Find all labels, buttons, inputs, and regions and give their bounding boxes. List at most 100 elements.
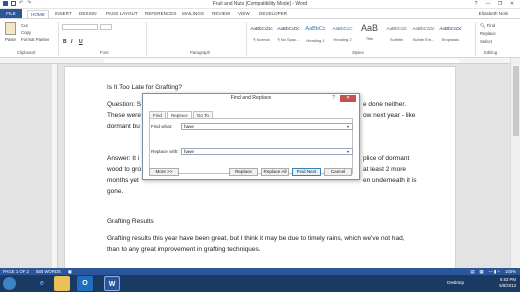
answer-line-2-end[interactable]: at least 2 more <box>363 166 406 173</box>
find-label: Find <box>486 23 496 28</box>
tab-insert[interactable]: INSERT <box>55 10 72 18</box>
replace-with-dropdown-icon[interactable]: ▾ <box>345 148 351 155</box>
title-bar: ↶ ↷ Fruit and Nuts [Compatibility Mode] … <box>0 0 520 9</box>
explorer-icon[interactable] <box>54 276 70 291</box>
style-subtle-emphasis[interactable]: AaBbCcDc Subtle Em... <box>411 22 436 48</box>
style-heading-1[interactable]: AaBbCc Heading 1 <box>303 22 328 48</box>
replace-with-label: Replace with: <box>151 149 179 154</box>
ribbon: Paste Cut Copy Format Painter Clipboard … <box>0 18 520 58</box>
restore-button[interactable]: ❐ <box>494 0 506 8</box>
style-sample: AaBbCcDc <box>439 26 462 31</box>
answer-line-1-end[interactable]: plice of dormant <box>363 155 409 162</box>
style-name: Emphasis <box>441 37 460 42</box>
find-icon: 🔍︎ <box>480 23 487 28</box>
replace-button[interactable]: Replace <box>480 31 496 36</box>
window-title: Fruit and Nuts [Compatibility Mode] - Wo… <box>212 1 308 7</box>
cut-button[interactable]: Cut <box>21 23 28 28</box>
style-emphasis[interactable]: AaBbCcDc Emphasis <box>438 22 463 48</box>
style-subtitle[interactable]: AaBbCcD Subtitle <box>384 22 409 48</box>
select-button[interactable]: Select <box>480 39 492 44</box>
document-title[interactable]: Is It Too Late for Grafting? <box>107 84 182 91</box>
scrollbar-thumb[interactable] <box>513 66 519 136</box>
user-name[interactable]: Elizabeth Nols <box>479 10 508 18</box>
style-no-spacing[interactable]: AaBbCcDc ¶ No Spac... <box>276 22 301 48</box>
find-what-dropdown-icon[interactable]: ▾ <box>345 123 351 130</box>
paste-button[interactable]: Paste <box>5 37 16 42</box>
tab-find[interactable]: Find <box>149 111 166 118</box>
more-button[interactable]: More >> <box>149 168 179 176</box>
desktop-toolbar[interactable]: Desktop <box>447 280 464 285</box>
grafting-results-heading[interactable]: Grafting Results <box>107 218 154 225</box>
find-button[interactable]: 🔍︎ Find <box>480 23 495 29</box>
word-count[interactable]: 585 WORDS <box>36 268 61 275</box>
answer-line-3[interactable]: months yet <box>107 177 139 184</box>
italic-button[interactable]: I <box>71 39 72 45</box>
tab-references[interactable]: REFERENCES <box>145 10 176 18</box>
answer-line-3-end[interactable]: en underneath it is <box>363 177 416 184</box>
tab-mailings[interactable]: MAILINGS <box>182 10 204 18</box>
font-size-select[interactable] <box>100 24 112 30</box>
tab-page-layout[interactable]: PAGE LAYOUT <box>106 10 138 18</box>
status-bar: PAGE 1 OF 2 585 WORDS ▣ ▤ ▦ — ▮ + 100% <box>0 268 520 275</box>
replace-with-input[interactable] <box>181 148 353 155</box>
style-sample: AaBbCcDc <box>250 26 273 31</box>
font-name-select[interactable] <box>62 24 98 30</box>
tab-design[interactable]: DESIGN <box>79 10 97 18</box>
question-line-1-end[interactable]: e done neither. <box>363 101 406 108</box>
tab-review[interactable]: REVIEW <box>212 10 230 18</box>
zoom-slider[interactable]: — ▮ + <box>488 268 500 275</box>
style-heading-2[interactable]: AaBbCcC Heading 2 <box>330 22 355 48</box>
find-what-label: Find what: <box>151 124 173 129</box>
word-icon[interactable]: W <box>104 276 120 291</box>
dialog-help-button[interactable]: ? <box>332 95 335 101</box>
style-name: Title <box>365 36 374 41</box>
question-line-3[interactable]: dormant bu <box>107 123 140 130</box>
find-next-button[interactable]: Find Next <box>292 168 321 176</box>
grafting-results-line-1[interactable]: Grafting results this year have been gre… <box>107 235 405 242</box>
tab-home[interactable]: HOME <box>27 10 49 18</box>
outlook-icon[interactable]: O <box>77 276 93 291</box>
question-line-2-end[interactable]: ow next year - like <box>363 112 415 119</box>
question-line-1[interactable]: Question: S <box>107 101 141 108</box>
vertical-scrollbar[interactable] <box>510 58 520 268</box>
help-button[interactable]: ? <box>470 0 482 8</box>
question-line-2[interactable]: These were <box>107 112 141 119</box>
print-layout-icon[interactable]: ▦ <box>479 268 483 275</box>
start-button[interactable] <box>3 277 16 290</box>
zoom-level[interactable]: 100% <box>505 268 516 275</box>
bold-button[interactable]: B <box>63 39 67 45</box>
page-indicator[interactable]: PAGE 1 OF 2 <box>3 268 29 275</box>
vertical-ruler[interactable] <box>52 64 58 268</box>
system-clock[interactable]: 6:53 PM 5/8/2013 <box>499 277 516 289</box>
find-what-input[interactable] <box>181 123 353 130</box>
tab-view[interactable]: VIEW <box>238 10 250 18</box>
font-group-label: Font <box>100 50 109 55</box>
replace-button[interactable]: Replace <box>229 168 258 176</box>
style-name: ¶ Normal <box>253 37 270 42</box>
paste-icon[interactable] <box>5 22 16 35</box>
style-sample: AaBbCcDc <box>277 26 300 31</box>
format-painter-button[interactable]: Format Painter <box>21 37 49 42</box>
replace-all-button[interactable]: Replace All <box>261 168 289 176</box>
grafting-results-line-2[interactable]: than to any great improvement in graftin… <box>107 246 261 253</box>
proofing-icon[interactable]: ▣ <box>68 268 72 275</box>
tab-go-to[interactable]: Go To <box>192 111 213 118</box>
minimize-button[interactable]: — <box>482 0 494 8</box>
close-button[interactable]: ✕ <box>506 0 518 8</box>
read-mode-icon[interactable]: ▤ <box>470 268 474 275</box>
tab-developer[interactable]: DEVELOPER <box>259 10 287 18</box>
style-sample: AaBbCc <box>305 26 326 32</box>
answer-line-1[interactable]: Answer: It i <box>107 155 139 162</box>
underline-button[interactable]: U <box>79 39 83 45</box>
ie-icon[interactable]: e <box>34 276 50 291</box>
cancel-button[interactable]: Cancel <box>324 168 352 176</box>
style-sample: AaBbCcDc <box>412 26 435 31</box>
dialog-close-button[interactable]: ✕ <box>340 95 356 102</box>
copy-button[interactable]: Copy <box>21 30 31 35</box>
style-title[interactable]: AaB Title <box>357 22 382 48</box>
style-normal[interactable]: AaBbCcDc ¶ Normal <box>249 22 274 48</box>
tab-file[interactable]: FILE <box>0 9 22 18</box>
answer-line-2[interactable]: wood to gro <box>107 166 141 173</box>
ruler-active-area <box>104 59 459 63</box>
answer-line-4[interactable]: gone. <box>107 188 123 195</box>
